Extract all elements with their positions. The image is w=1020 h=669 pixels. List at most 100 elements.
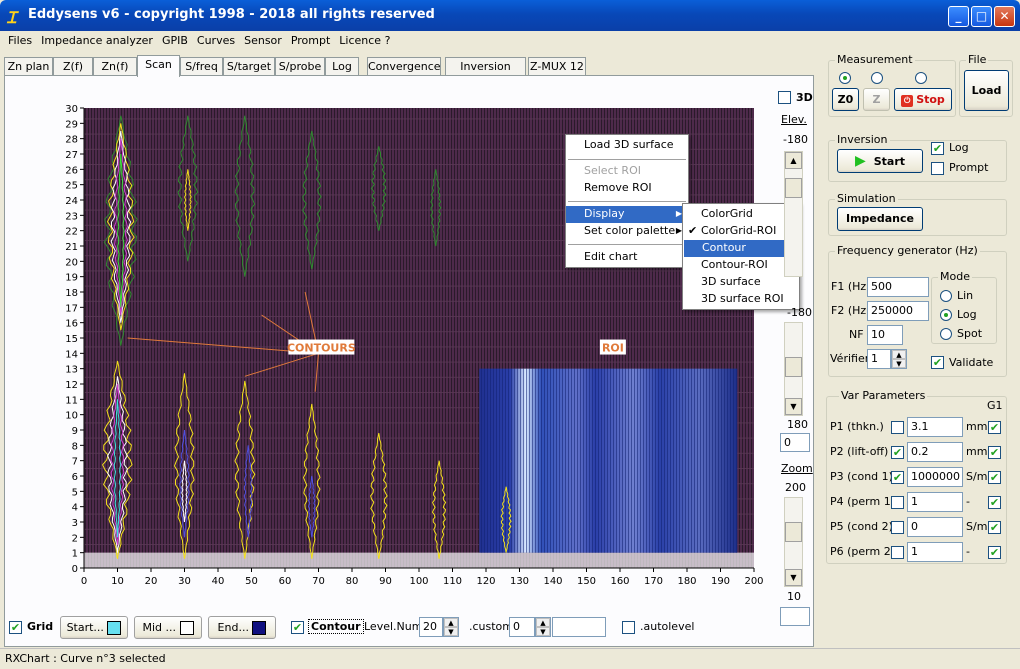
tab-z-f[interactable]: Z(f) bbox=[53, 57, 93, 76]
tab-zn-plan[interactable]: Zn plan bbox=[4, 57, 53, 76]
z0-button[interactable]: Z0 bbox=[832, 88, 859, 111]
param-g1-checkbox[interactable]: ✔ bbox=[988, 471, 1001, 484]
menu-edit-chart[interactable]: Edit chart bbox=[566, 249, 688, 266]
menu-gpib[interactable]: GPIB bbox=[158, 31, 193, 47]
spin-down-icon[interactable]: ▼ bbox=[892, 359, 906, 368]
tab-convergence[interactable]: Convergence bbox=[367, 57, 441, 76]
menu-prompt[interactable]: Prompt bbox=[287, 31, 335, 47]
zoom-thumb[interactable] bbox=[785, 522, 802, 542]
nf-input[interactable]: 10 bbox=[867, 325, 903, 345]
param-var-checkbox[interactable]: ✔ bbox=[891, 471, 904, 484]
param-g1-checkbox[interactable]: ✔ bbox=[988, 421, 1001, 434]
tab-inversion-result[interactable]: Inversion result bbox=[445, 57, 526, 86]
zoom-value-field[interactable] bbox=[780, 607, 810, 626]
tab-zn-f[interactable]: Zn(f) bbox=[93, 57, 137, 76]
param-value-input[interactable]: 1 bbox=[907, 542, 963, 562]
submenu-colorgrid[interactable]: ColorGrid bbox=[683, 206, 799, 223]
grid-checkbox[interactable]: ✔ bbox=[9, 621, 22, 634]
minimize-button[interactable]: _ bbox=[948, 6, 969, 27]
param-value-input[interactable]: 1 bbox=[907, 492, 963, 512]
zoom-slider[interactable]: ▼ bbox=[784, 497, 803, 587]
3d-checkbox[interactable] bbox=[778, 91, 791, 104]
menu-licence[interactable]: Licence ? bbox=[335, 31, 395, 47]
radio-log[interactable] bbox=[940, 309, 952, 321]
elev-slider[interactable]: ▲ bbox=[784, 151, 803, 277]
verify-spinner[interactable]: ▲ ▼ bbox=[891, 349, 907, 369]
menu-impedance-analyzer[interactable]: Impedance analyzer bbox=[37, 31, 158, 47]
radio-z[interactable] bbox=[871, 72, 883, 84]
param-value-input[interactable]: 0.2 bbox=[907, 442, 963, 462]
validate-checkbox[interactable]: ✔ bbox=[931, 356, 944, 369]
f1-input[interactable]: 500 bbox=[867, 277, 929, 297]
param-g1-checkbox[interactable]: ✔ bbox=[988, 496, 1001, 509]
contour-checkbox[interactable]: ✔ bbox=[291, 621, 304, 634]
spin-down-icon[interactable]: ▼ bbox=[444, 627, 458, 636]
z-button[interactable]: Z bbox=[863, 88, 890, 111]
level-num-spinner[interactable]: ▲ ▼ bbox=[443, 617, 459, 637]
verify-input[interactable]: 1 bbox=[867, 349, 891, 369]
radio-spot[interactable] bbox=[940, 328, 952, 340]
tab-s-target[interactable]: S/target bbox=[223, 57, 275, 76]
spin-up-icon[interactable]: ▲ bbox=[536, 618, 550, 627]
custom-spinner[interactable]: ▲ ▼ bbox=[535, 617, 551, 637]
rotation-slider[interactable]: ▼ bbox=[784, 322, 803, 416]
f2-input[interactable]: 250000 bbox=[867, 301, 929, 321]
param-g1-checkbox[interactable]: ✔ bbox=[988, 546, 1001, 559]
submenu-3d-surface-roi[interactable]: 3D surface ROI bbox=[683, 291, 799, 308]
radio-z0[interactable] bbox=[839, 72, 851, 84]
spin-up-icon[interactable]: ▲ bbox=[444, 618, 458, 627]
param-var-checkbox[interactable] bbox=[891, 546, 904, 559]
close-button[interactable]: ✕ bbox=[994, 6, 1015, 27]
radio-lin[interactable] bbox=[940, 290, 952, 302]
tab-log[interactable]: Log bbox=[325, 57, 359, 76]
zoom-down-icon[interactable]: ▼ bbox=[785, 569, 802, 586]
param-value-input[interactable]: 1000000 bbox=[907, 467, 963, 487]
menu-load-3d-surface[interactable]: Load 3D surface bbox=[566, 137, 688, 154]
load-button[interactable]: Load bbox=[964, 70, 1009, 111]
autolevel-checkbox[interactable] bbox=[622, 621, 635, 634]
spin-down-icon[interactable]: ▼ bbox=[536, 627, 550, 636]
param-var-checkbox[interactable] bbox=[891, 521, 904, 534]
custom-input[interactable]: 0 bbox=[509, 617, 535, 637]
param-var-checkbox[interactable] bbox=[891, 496, 904, 509]
prompt-checkbox[interactable] bbox=[931, 162, 944, 175]
stop-button[interactable]: ⏻ Stop bbox=[894, 88, 952, 111]
tab-scan[interactable]: Scan bbox=[137, 55, 180, 77]
title-bar[interactable]: Ɪ Eddysens v6 - copyright 1998 - 2018 al… bbox=[0, 0, 1020, 31]
menu-display[interactable]: Display ▶ bbox=[566, 206, 688, 223]
spin-up-icon[interactable]: ▲ bbox=[892, 350, 906, 359]
radio-stop[interactable] bbox=[915, 72, 927, 84]
submenu-colorgrid-roi[interactable]: ✔ ColorGrid-ROI bbox=[683, 223, 799, 240]
maximize-button[interactable]: □ bbox=[971, 6, 992, 27]
impedance-button[interactable]: Impedance bbox=[837, 207, 923, 231]
start-color-button[interactable]: Start... bbox=[60, 616, 128, 639]
elev-thumb[interactable] bbox=[785, 178, 802, 198]
menu-set-color-palette[interactable]: Set color palette ▶ bbox=[566, 223, 688, 240]
end-color-button[interactable]: End... bbox=[208, 616, 276, 639]
rotation-down-icon[interactable]: ▼ bbox=[785, 398, 802, 415]
menu-remove-roi[interactable]: Remove ROI bbox=[566, 180, 688, 197]
param-value-input[interactable]: 3.1 bbox=[907, 417, 963, 437]
custom-value-field[interactable] bbox=[552, 617, 606, 637]
menu-files[interactable]: Files bbox=[4, 31, 37, 47]
log-checkbox[interactable]: ✔ bbox=[931, 142, 944, 155]
level-num-input[interactable]: 20 bbox=[419, 617, 443, 637]
elev-up-icon[interactable]: ▲ bbox=[785, 152, 802, 169]
param-var-checkbox[interactable]: ✔ bbox=[891, 446, 904, 459]
rotation-value-field[interactable]: 0 bbox=[780, 433, 810, 452]
submenu-3d-surface[interactable]: 3D surface bbox=[683, 274, 799, 291]
menu-curves[interactable]: Curves bbox=[193, 31, 240, 47]
tab-s-probe[interactable]: S/probe bbox=[275, 57, 325, 76]
param-var-checkbox[interactable] bbox=[891, 421, 904, 434]
submenu-contour[interactable]: Contour bbox=[684, 240, 798, 257]
tab-z-mux[interactable]: Z-MUX 12 bbox=[528, 57, 586, 76]
mid-color-button[interactable]: Mid ... bbox=[134, 616, 202, 639]
inversion-start-button[interactable]: ▶ Start bbox=[837, 149, 923, 173]
rotation-thumb[interactable] bbox=[785, 357, 802, 377]
param-value-input[interactable]: 0 bbox=[907, 517, 963, 537]
menu-select-roi[interactable]: Select ROI bbox=[566, 163, 688, 180]
param-g1-checkbox[interactable]: ✔ bbox=[988, 521, 1001, 534]
menu-sensor[interactable]: Sensor bbox=[240, 31, 287, 47]
submenu-contour-roi[interactable]: Contour-ROI bbox=[683, 257, 799, 274]
tab-s-freq[interactable]: S/freq bbox=[180, 57, 223, 76]
